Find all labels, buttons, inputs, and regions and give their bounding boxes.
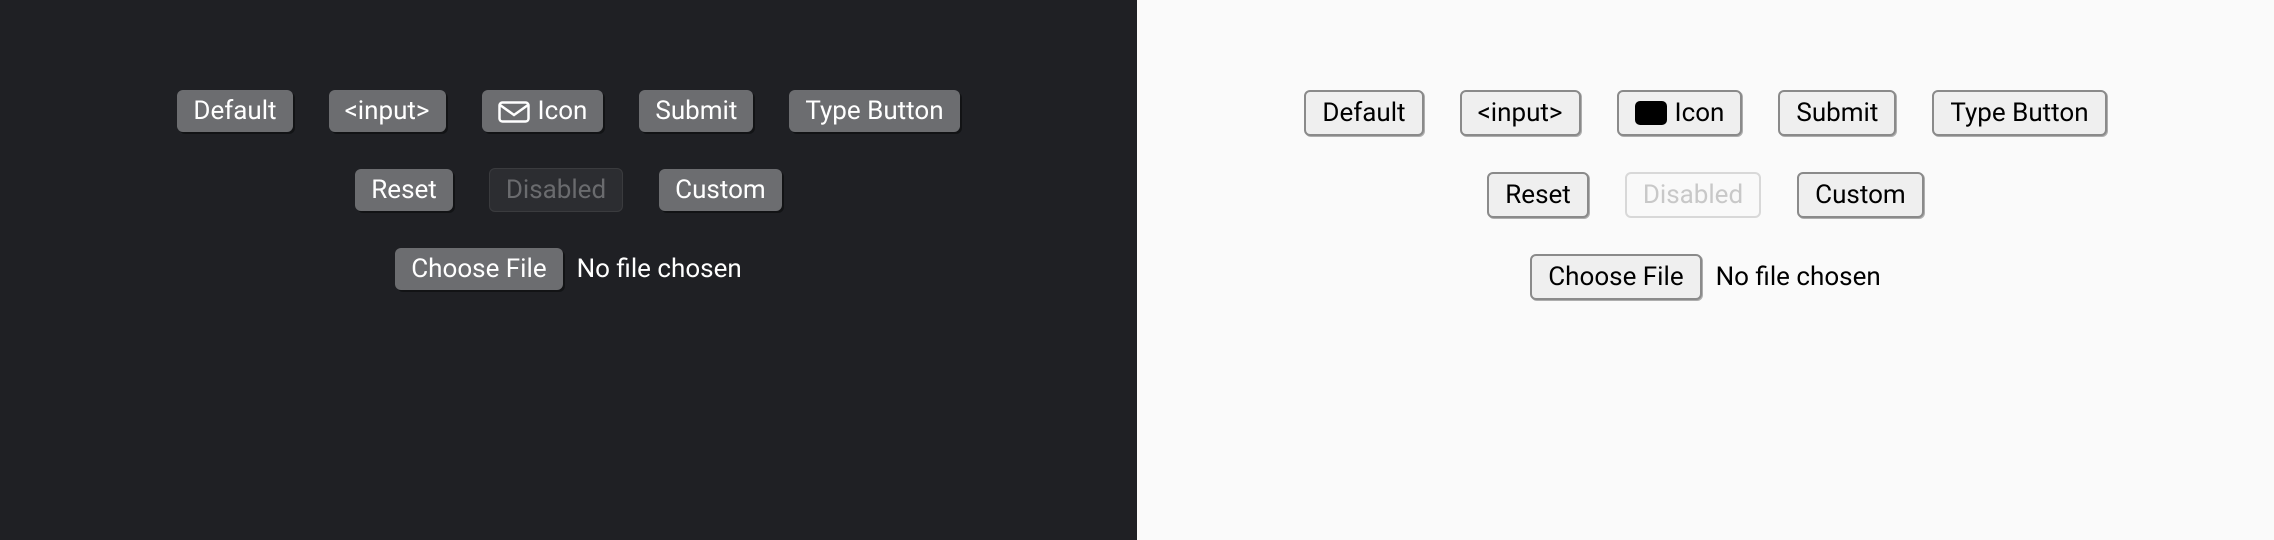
button-row-2: Reset Disabled Custom [355, 168, 781, 212]
reset-button[interactable]: Reset [355, 169, 453, 211]
input-button[interactable]: <input> [329, 90, 446, 132]
icon-button[interactable]: Icon [1617, 90, 1743, 136]
light-theme-panel: Default <input> Icon Submit Type Button … [1137, 0, 2274, 540]
button-row-1: Default <input> Icon Submit Type Button [1304, 90, 2106, 136]
icon-button[interactable]: Icon [482, 90, 604, 132]
default-button[interactable]: Default [1304, 90, 1423, 136]
button-row-3: Choose File No file chosen [395, 248, 741, 290]
mail-icon [498, 100, 530, 122]
button-row-1: Default <input> Icon Submit Type Button [177, 90, 959, 132]
choose-file-button[interactable]: Choose File [395, 248, 562, 290]
file-input-group: Choose File No file chosen [395, 248, 741, 290]
disabled-button: Disabled [1625, 172, 1761, 218]
choose-file-button[interactable]: Choose File [1530, 254, 1701, 300]
submit-button[interactable]: Submit [639, 90, 753, 132]
file-status-label: No file chosen [1716, 262, 1881, 292]
file-status-label: No file chosen [577, 254, 742, 284]
default-button[interactable]: Default [177, 90, 292, 132]
custom-button[interactable]: Custom [659, 169, 782, 211]
custom-button[interactable]: Custom [1797, 172, 1924, 218]
dark-theme-panel: Default <input> Icon Submit Type Button … [0, 0, 1137, 540]
reset-button[interactable]: Reset [1487, 172, 1589, 218]
button-row-2: Reset Disabled Custom [1487, 172, 1923, 218]
type-button[interactable]: Type Button [789, 90, 959, 132]
icon-button-label: Icon [538, 96, 588, 126]
square-icon [1635, 101, 1667, 125]
file-input-group: Choose File No file chosen [1530, 254, 1880, 300]
input-button[interactable]: <input> [1460, 90, 1581, 136]
icon-button-label: Icon [1675, 98, 1725, 128]
disabled-button: Disabled [489, 168, 623, 212]
button-row-3: Choose File No file chosen [1530, 254, 1880, 300]
submit-button[interactable]: Submit [1778, 90, 1896, 136]
type-button[interactable]: Type Button [1932, 90, 2106, 136]
